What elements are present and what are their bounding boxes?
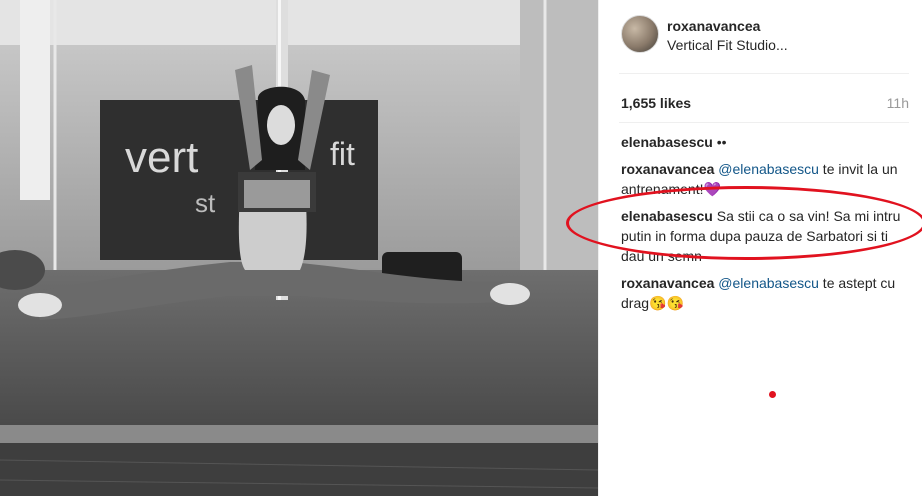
sign-text-right: fit <box>330 136 355 172</box>
post-header: roxanavancea Vertical Fit Studio... <box>621 15 911 55</box>
comments-list: elenabasescu •• roxanavancea @elenabases… <box>621 132 909 320</box>
comment-mention[interactable]: @elenabasescu <box>718 275 819 291</box>
post-image: vert fit st <box>0 0 598 496</box>
comment-username[interactable]: elenabasescu <box>621 208 713 224</box>
avatar[interactable] <box>621 15 659 53</box>
comment: elenabasescu •• <box>621 132 909 152</box>
post-side-panel: roxanavancea Vertical Fit Studio... 1,65… <box>598 0 922 496</box>
post-username[interactable]: roxanavancea <box>667 18 760 34</box>
sign-text-bottom: st <box>195 188 216 218</box>
comment-username[interactable]: roxanavancea <box>621 275 714 291</box>
post-location[interactable]: Vertical Fit Studio... <box>667 37 788 53</box>
sign-text-left: vert <box>125 133 198 182</box>
comment: roxanavancea @elenabasescu te astept cu … <box>621 273 909 313</box>
comment: elenabasescu Sa stii ca o sa vin! Sa mi … <box>621 206 909 266</box>
comment-mention[interactable]: @elenabasescu <box>718 161 819 177</box>
likes-divider <box>619 122 909 123</box>
comment-text: •• <box>716 134 727 150</box>
comment-username[interactable]: elenabasescu <box>621 134 713 150</box>
post-time[interactable]: 11h <box>887 95 909 111</box>
header-divider <box>619 73 909 74</box>
comment-username[interactable]: roxanavancea <box>621 161 714 177</box>
comment: roxanavancea @elenabasescu te invit la u… <box>621 159 909 199</box>
likes-count[interactable]: 1,655 likes <box>621 95 691 111</box>
post-photo[interactable]: vert fit st <box>0 0 598 496</box>
red-dot-annotation <box>769 391 776 398</box>
